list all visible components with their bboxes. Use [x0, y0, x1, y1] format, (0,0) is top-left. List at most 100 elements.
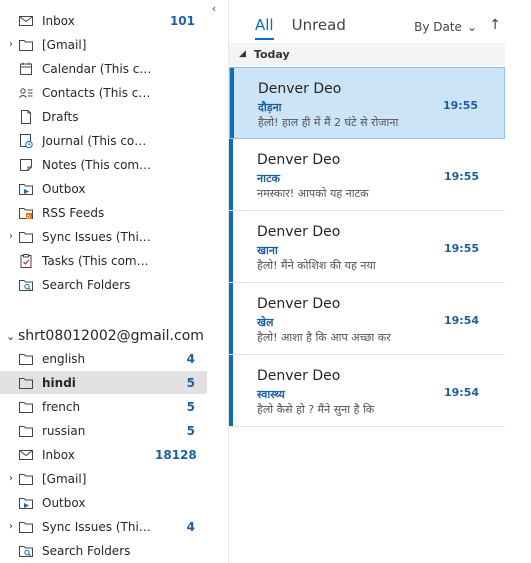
search-folder-icon	[18, 277, 34, 293]
folder-item-gmail[interactable]: › [Gmail]	[0, 33, 207, 56]
folder-item-inbox[interactable]: Inbox 101	[0, 9, 207, 32]
chevron-right-icon[interactable]: ›	[6, 473, 16, 484]
message-item[interactable]: Denver Deo स्वास्थ्य 19:54 हैलो कैसे हो ? म…	[229, 355, 505, 427]
folder-label: Sync Issues (This compute...	[42, 229, 155, 244]
folder-item-rss-feeds[interactable]: RSS Feeds	[0, 201, 207, 224]
folder-item-outbox[interactable]: Outbox	[0, 491, 207, 514]
folder-item-sync-issues-this-compute[interactable]: › Sync Issues (This compute...	[0, 225, 207, 248]
inbox-icon	[18, 447, 34, 463]
folder-label: english	[42, 351, 86, 366]
message-subject: दौड़ना	[258, 101, 282, 114]
unread-count-badge: 5	[186, 399, 195, 414]
folder-item-sync-issues-this-comp[interactable]: › Sync Issues (This comp... 4	[0, 515, 207, 538]
contacts-icon	[18, 85, 34, 101]
folder-label: hindi	[42, 375, 76, 390]
folder-icon	[18, 351, 34, 367]
message-time: 19:55	[442, 99, 478, 112]
folder-item-tasks-this-computer-only[interactable]: Tasks (This computer only)	[0, 249, 207, 272]
chevron-down-icon: ⌄	[466, 20, 477, 34]
folder-label: Sync Issues (This comp...	[42, 519, 155, 534]
folder-item-drafts[interactable]: Drafts	[0, 105, 207, 128]
chevron-down-icon[interactable]: ⌄	[6, 330, 16, 343]
sort-label: By Date	[414, 20, 462, 34]
folder-label: Tasks (This computer only)	[42, 253, 155, 268]
message-subject: नाटक	[257, 172, 280, 185]
folder-item-outbox[interactable]: Outbox	[0, 177, 207, 200]
chevron-right-icon[interactable]: ›	[6, 39, 16, 50]
search-folder-icon	[18, 543, 34, 559]
unread-count-badge: 4	[186, 351, 195, 366]
folder-item-russian[interactable]: russian 5	[0, 419, 207, 442]
folder-icon	[18, 375, 34, 391]
folder-label: Inbox	[42, 13, 75, 28]
folder-pane: ‹ Inbox 101 › [Gmail] Calendar (This compute…	[0, 0, 228, 563]
message-subject: स्वास्थ्य	[257, 388, 285, 401]
unread-count-badge: 18128	[155, 447, 197, 462]
folder-item-inbox[interactable]: Inbox 18128	[0, 443, 207, 466]
message-sender: Denver Deo	[257, 224, 341, 240]
unread-count-badge: 5	[186, 423, 195, 438]
message-time: 19:54	[443, 386, 479, 399]
sort-by-button[interactable]: By Date ⌄	[414, 20, 477, 34]
outbox-icon	[18, 495, 34, 511]
account-label: shrt08012002@gmail.com	[18, 328, 204, 344]
message-item[interactable]: Denver Deo दौड़ना 19:55 हैलो! हाल ही में मै…	[229, 67, 505, 139]
folder-label: Outbox	[42, 181, 86, 196]
outbox-icon	[18, 181, 34, 197]
notes-icon	[18, 157, 34, 173]
unread-count-badge: 5	[186, 375, 195, 390]
folder-label: Calendar (This computer...	[42, 61, 155, 76]
account-header[interactable]: ⌄ shrt08012002@gmail.com	[0, 324, 207, 348]
folder-item-english[interactable]: english 4	[0, 347, 207, 370]
message-preview: नमस्कार! आपको यह नाटक	[257, 187, 369, 200]
message-subject: खेल	[257, 316, 274, 329]
message-time: 19:55	[443, 242, 479, 255]
journal-icon	[18, 133, 34, 149]
folder-item-hindi[interactable]: hindi 5	[0, 371, 207, 394]
unread-indicator-bar	[229, 283, 233, 354]
message-item[interactable]: Denver Deo नाटक 19:55 नमस्कार! आपको यह नाटक	[229, 139, 505, 211]
folder-item-french[interactable]: french 5	[0, 395, 207, 418]
tab-all[interactable]: All	[255, 16, 274, 40]
message-item[interactable]: Denver Deo खाना 19:55 हैलो! मैंने कोशिश की …	[229, 211, 505, 283]
message-sender: Denver Deo	[257, 152, 341, 168]
folder-item-notes-this-computer-only[interactable]: Notes (This computer only)	[0, 153, 207, 176]
chevron-down-icon: ◢	[239, 49, 246, 59]
group-header-today[interactable]: ◢ Today	[229, 43, 505, 65]
collapse-pane-chevron-icon[interactable]: ‹	[207, 2, 221, 16]
folder-label: [Gmail]	[42, 471, 87, 486]
chevron-right-icon[interactable]: ›	[6, 231, 16, 242]
folder-icon	[18, 423, 34, 439]
folder-label: russian	[42, 423, 86, 438]
folder-label: french	[42, 399, 81, 414]
folder-item-calendar-this-computer[interactable]: Calendar (This computer...	[0, 57, 207, 80]
rss-icon	[18, 205, 34, 221]
message-sender: Denver Deo	[257, 368, 341, 384]
message-sender: Denver Deo	[257, 296, 341, 312]
folder-item-journal-this-computer-on[interactable]: Journal (This computer on...	[0, 129, 207, 152]
folder-label: Contacts (This computer...	[42, 85, 155, 100]
folder-label: Journal (This computer on...	[42, 133, 155, 148]
message-time: 19:55	[443, 170, 479, 183]
tab-unread[interactable]: Unread	[292, 16, 346, 40]
folder-icon	[18, 37, 34, 53]
calendar-icon	[18, 61, 34, 77]
unread-count-badge: 101	[169, 13, 195, 28]
folder-item-search-folders[interactable]: Search Folders	[0, 273, 207, 296]
folder-label: Search Folders	[42, 543, 131, 558]
message-preview: हैलो! आशा है कि आप अच्छा कर	[257, 331, 391, 344]
folder-label: Outbox	[42, 495, 86, 510]
sort-direction-arrow-icon[interactable]: ↑	[489, 17, 501, 33]
folder-label: [Gmail]	[42, 37, 87, 52]
filter-tabs: All Unread	[255, 16, 346, 40]
sync-issues-icon	[18, 229, 34, 245]
folder-label: Drafts	[42, 109, 79, 124]
folder-icon	[18, 471, 34, 487]
message-item[interactable]: Denver Deo खेल 19:54 हैलो! आशा है कि आप अच्…	[229, 283, 505, 355]
unread-indicator-bar	[229, 211, 233, 282]
chevron-right-icon[interactable]: ›	[6, 521, 16, 532]
folder-item-contacts-this-computer[interactable]: Contacts (This computer...	[0, 81, 207, 104]
folder-item-search-folders[interactable]: Search Folders	[0, 539, 207, 562]
folder-item-gmail[interactable]: › [Gmail]	[0, 467, 207, 490]
message-preview: हैलो! मैंने कोशिश की यह नया	[257, 259, 376, 272]
